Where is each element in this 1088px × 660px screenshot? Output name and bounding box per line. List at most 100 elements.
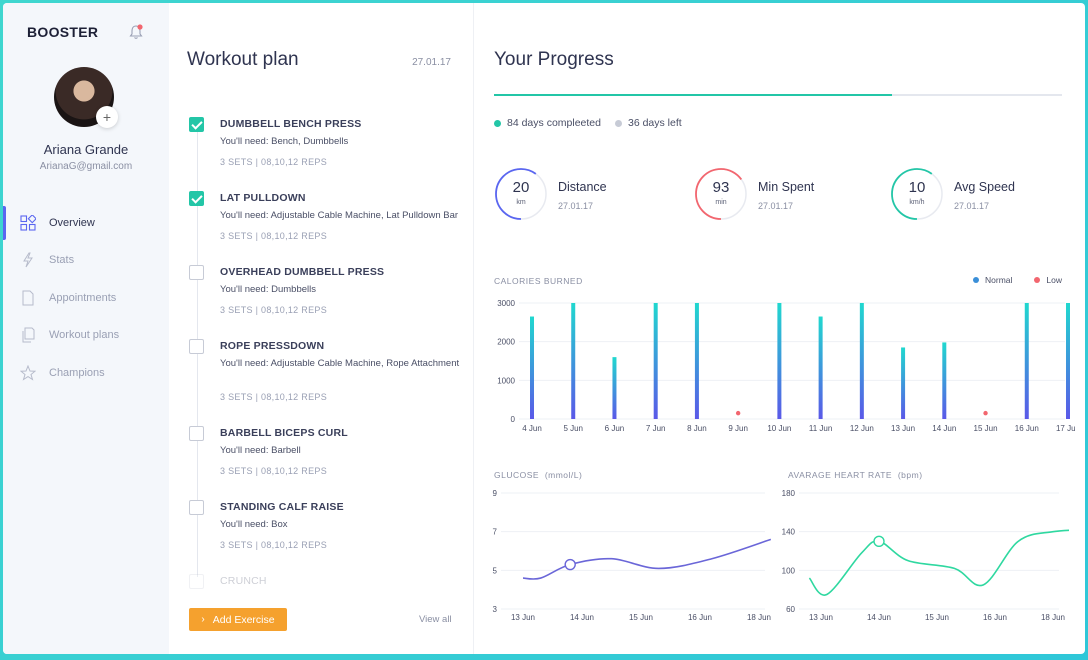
document-icon — [22, 290, 34, 306]
exercise-equipment: You'll need: Box — [220, 519, 288, 530]
sidebar-item-overview[interactable]: Overview — [3, 204, 169, 242]
bar — [777, 303, 782, 419]
heart-title: AVARAGE HEART RATE — [788, 470, 893, 480]
sidebar-item-label: Appointments — [49, 291, 117, 304]
bar — [1066, 303, 1070, 419]
view-all-link[interactable]: View all — [419, 614, 452, 625]
exercise-sets: 3 SETS | 08,10,12 REPS — [220, 157, 327, 167]
x-tick-label: 5 Jun — [563, 424, 583, 433]
x-tick-label: 8 Jun — [687, 424, 707, 433]
page-title: Workout plan — [187, 49, 299, 70]
exercise-sets: 3 SETS | 08,10,12 REPS — [220, 305, 327, 315]
bar — [901, 347, 906, 419]
stat-value: 93 — [712, 179, 730, 196]
sidebar-item-workout-plans[interactable]: Workout plans — [3, 317, 169, 355]
exercise-name: BARBELL BICEPS CURL — [220, 427, 348, 439]
heart-chart-title: AVARAGE HEART RATE (bpm) — [788, 470, 923, 480]
exercise-sets: 3 SETS | 08,10,12 REPS — [220, 466, 327, 476]
sidebar-item-label: Stats — [49, 254, 75, 267]
add-exercise-label: Add Exercise — [212, 613, 275, 626]
exercise-checkbox[interactable] — [189, 339, 204, 354]
x-tick-label: 9 Jun — [728, 424, 748, 433]
exercise-checkbox[interactable] — [189, 500, 204, 515]
bar — [653, 303, 658, 419]
sidebar-item-appointments[interactable]: Appointments — [3, 279, 169, 317]
add-exercise-button[interactable]: › Add Exercise — [189, 608, 287, 631]
bell-icon[interactable] — [129, 24, 143, 40]
y-tick-label: 9 — [493, 489, 498, 498]
progress-title: Your Progress — [494, 49, 614, 70]
glucose-title: GLUCOSE — [494, 470, 540, 480]
x-tick-label: 13 Jun — [511, 613, 535, 622]
heart-unit: (bpm) — [897, 470, 923, 480]
exercise-equipment: You'll need: Adjustable Cable Machine, L… — [220, 210, 459, 221]
exercise-name: OVERHEAD DUMBBELL PRESS — [220, 266, 385, 278]
legend-low: Low — [1046, 275, 1062, 285]
highlight-point — [873, 535, 885, 548]
y-tick-label: 60 — [786, 605, 795, 614]
exercise-checkbox[interactable] — [189, 117, 204, 132]
x-tick-label: 7 Jun — [646, 424, 666, 433]
bar — [530, 316, 534, 419]
y-tick-label: 3 — [493, 605, 498, 614]
y-tick-label: 5 — [493, 566, 498, 575]
chevron-right-icon: › — [201, 614, 205, 625]
exercise-sets: 3 SETS | 08,10,12 REPS — [220, 392, 327, 402]
sidebar-item-champions[interactable]: Champions — [3, 354, 169, 392]
exercise-checkbox[interactable] — [189, 265, 204, 280]
progress-bar — [494, 94, 1062, 96]
exercise-name: CRUNCH — [220, 575, 267, 587]
stat-unit: km/h — [909, 199, 925, 206]
stat-date: 27.01.17 — [954, 201, 990, 211]
bar — [1024, 303, 1029, 419]
y-tick-label: 7 — [493, 528, 498, 537]
x-tick-label: 15 Jun — [925, 613, 949, 622]
user-email: ArianaG@gmail.com — [39, 161, 133, 172]
sidebar-item-label: Workout plans — [49, 329, 120, 342]
sidebar-item-label: Overview — [49, 216, 95, 229]
documents-icon — [22, 327, 35, 343]
stat-unit: km — [516, 199, 526, 206]
app-window: BOOSTER + Ariana Grande ArianaG@gmail.co… — [3, 3, 1085, 654]
stat-avg-speed: 10 km/h Avg Speed 27.01.17 — [890, 167, 1080, 223]
sidebar-nav: Overview Stats Appointments Workout plan… — [3, 204, 169, 392]
exercise-checkbox[interactable] — [189, 574, 204, 589]
exercise-sets: 3 SETS | 08,10,12 REPS — [220, 231, 327, 241]
x-tick-label: 11 Jun — [809, 424, 832, 433]
low-marker — [983, 410, 988, 416]
stat-distance: 20 km Distance 27.01.17 — [494, 167, 684, 223]
glucose-unit: (mmol/L) — [544, 470, 583, 480]
low-marker — [735, 410, 741, 416]
stat-date: 27.01.17 — [558, 201, 594, 211]
y-tick-label: 100 — [782, 566, 796, 575]
x-tick-label: 13 Jun — [891, 424, 915, 433]
x-tick-label: 16 Jun — [1015, 424, 1039, 433]
sidebar-item-stats[interactable]: Stats — [3, 242, 169, 280]
legend-normal-dot — [973, 277, 979, 283]
x-tick-label: 14 Jun — [867, 613, 891, 622]
x-tick-label: 14 Jun — [570, 613, 594, 622]
days-left: 36 days left — [627, 117, 682, 129]
heart-rate-chart: 60 100 140 180 13 Jun 14 Jun 15 Jun 16 Jun 18 Ju… — [782, 489, 1069, 622]
exercise-equipment: You'll need: Adjustable Cable Machine, R… — [220, 358, 460, 369]
x-tick-label: 14 Jun — [932, 424, 956, 433]
sidebar: BOOSTER + Ariana Grande ArianaG@gmail.co… — [3, 3, 169, 654]
highlight-point — [564, 558, 576, 571]
series-line — [808, 529, 1069, 596]
stat-label: Distance — [558, 180, 607, 194]
user-name: Ariana Grande — [43, 142, 129, 157]
x-tick-label: 16 Jun — [688, 613, 712, 622]
x-tick-label: 16 Jun — [983, 613, 1007, 622]
exercise-name: STANDING CALF RAISE — [220, 501, 344, 513]
y-tick-label: 3000 — [497, 299, 515, 308]
add-photo-button[interactable]: + — [96, 106, 118, 128]
workout-panel: Workout plan 27.01.17 DUMBBELL BENCH PRE… — [169, 3, 473, 654]
stat-value: 20 — [512, 179, 530, 196]
stat-value: 10 — [908, 179, 926, 196]
exercise-checkbox[interactable] — [189, 426, 204, 441]
progress-bar-fill — [494, 94, 892, 96]
lightning-icon — [23, 252, 33, 268]
exercise-equipment: You'll need: Dumbbells — [220, 284, 316, 295]
exercise-name: ROPE PRESSDOWN — [220, 340, 325, 352]
exercise-checkbox[interactable] — [189, 191, 204, 206]
